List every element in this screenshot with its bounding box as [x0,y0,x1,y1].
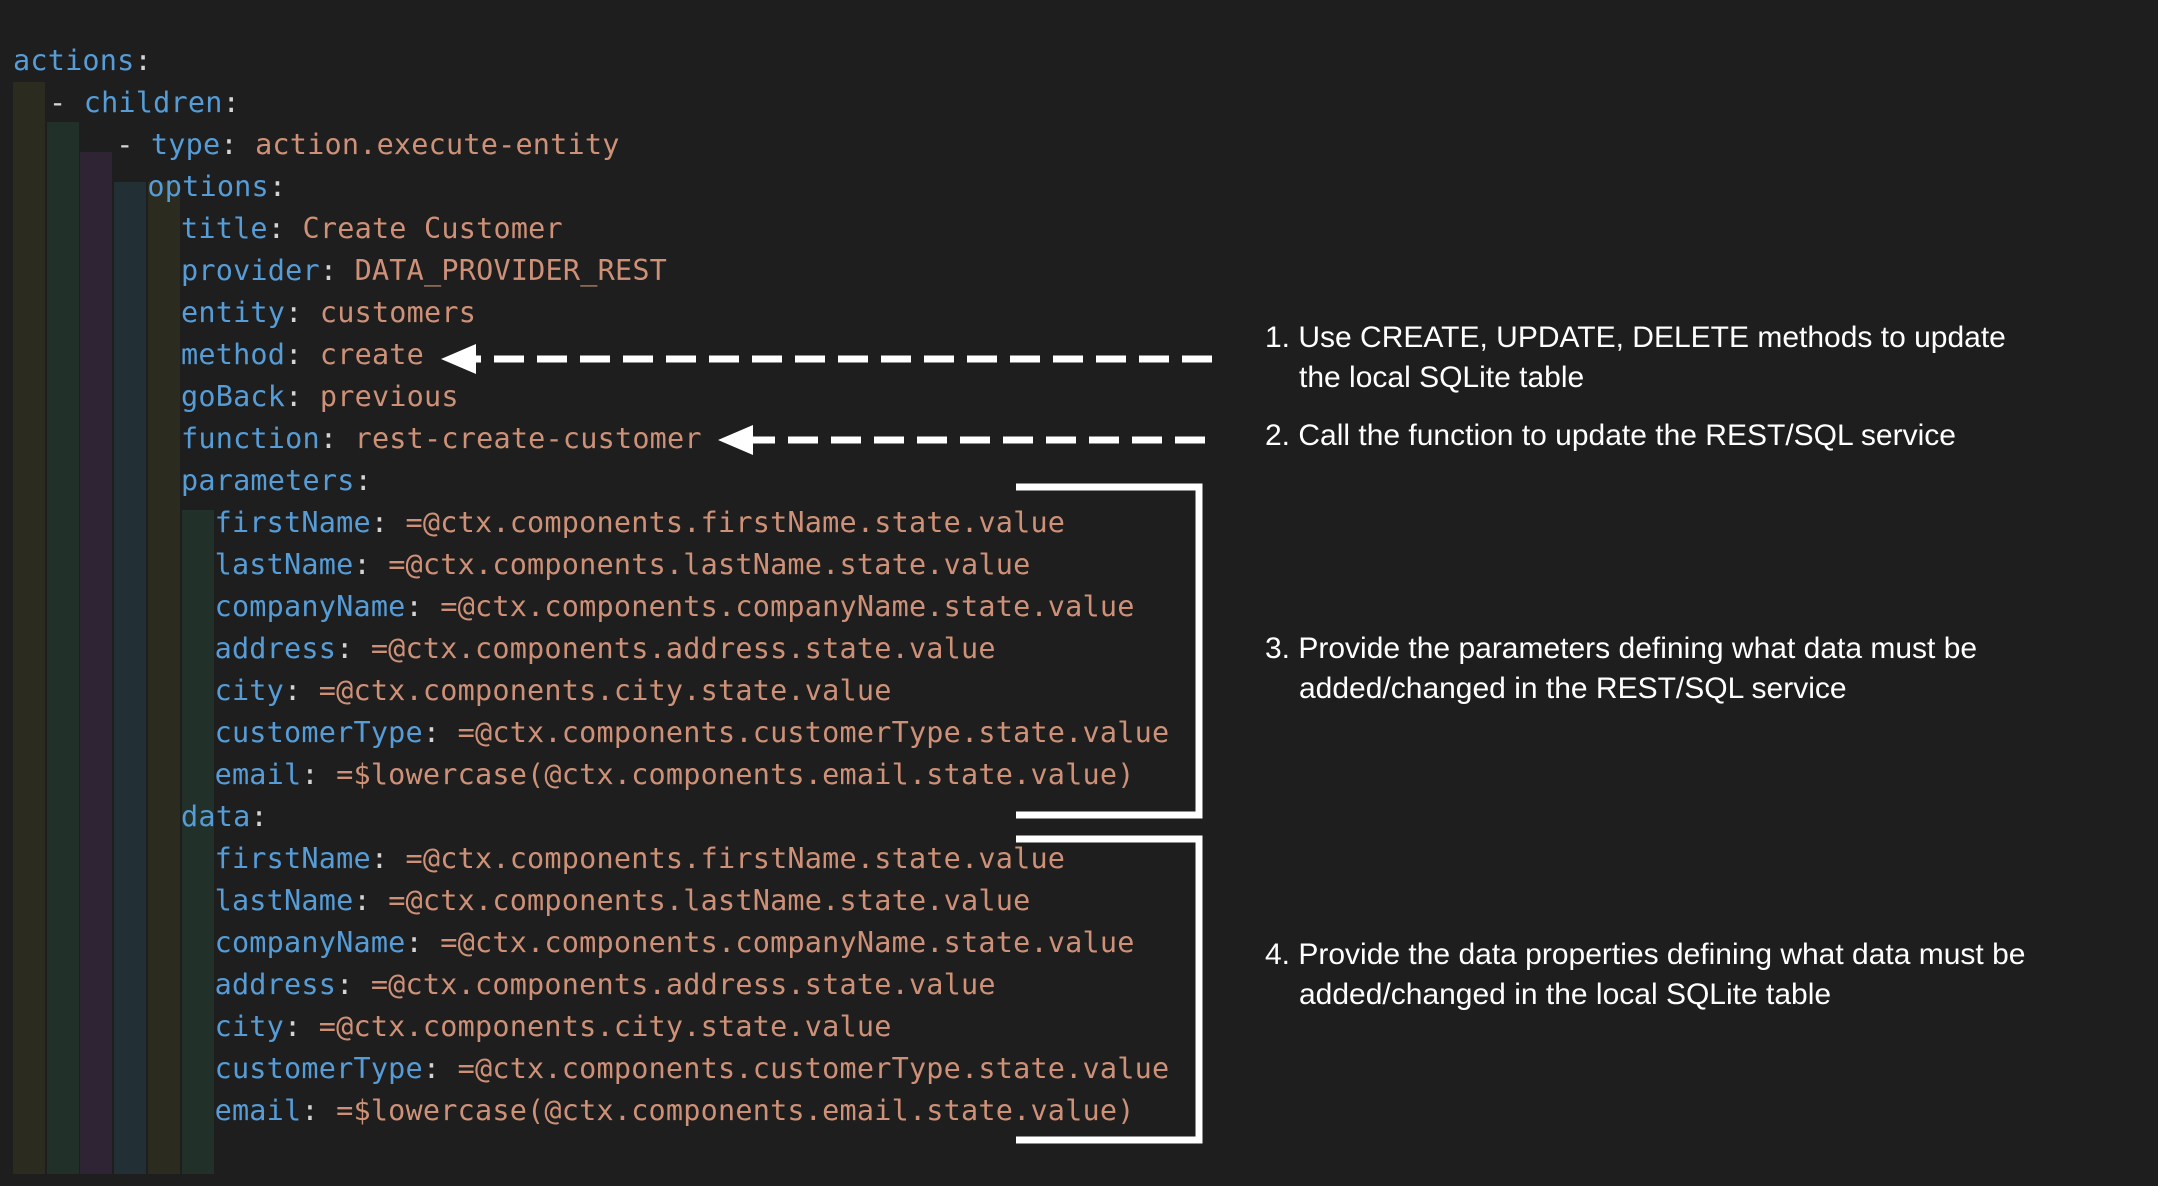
bracket-data [1016,835,1203,1144]
bracket-parameters [1016,483,1203,819]
arrow-2-head [718,425,753,455]
annotation-1: 1. Use CREATE, UPDATE, DELETE methods to… [1265,318,2006,398]
arrow-1-head [441,344,476,374]
annotation-2: 2. Call the function to update the REST/… [1265,416,1956,456]
annotation-4: 4. Provide the data properties defining … [1265,935,2025,1015]
annotation-line: 3. Provide the parameters defining what … [1265,632,1978,665]
annotation-line: added/changed in the REST/SQL service [1299,672,1847,705]
annotation-line: 4. Provide the data properties defining … [1265,938,2026,971]
annotation-3: 3. Provide the parameters defining what … [1265,629,1977,709]
annotation-line: the local SQLite table [1299,361,1585,394]
code-editor-screenshot: actions: - children: - type: action.execut… [0,0,2158,1186]
annotation-line: 1. Use CREATE, UPDATE, DELETE methods to… [1265,321,2006,354]
annotation-line: added/changed in the local SQLite table [1299,978,1832,1011]
annotation-line: 2. Call the function to update the REST/… [1265,419,1956,452]
